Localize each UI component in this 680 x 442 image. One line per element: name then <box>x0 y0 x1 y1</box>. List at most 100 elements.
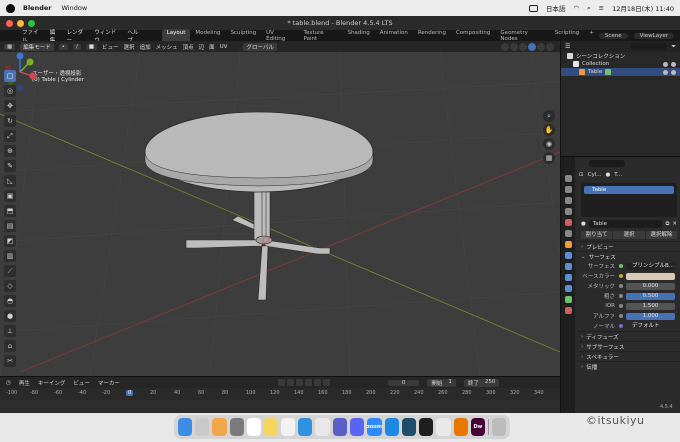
menu-add[interactable]: 追加 <box>140 43 151 51</box>
remove-material-icon[interactable]: ✕ <box>672 221 677 227</box>
outliner-search-input[interactable] <box>631 43 668 50</box>
edge-slide-tool-icon[interactable]: ⟂ <box>4 325 16 337</box>
settings-icon[interactable] <box>229 418 244 436</box>
menu-timeline-view[interactable]: ビュー <box>73 379 90 387</box>
material-shading-icon[interactable] <box>537 42 545 51</box>
mail-icon[interactable] <box>384 418 400 436</box>
view-layer-selector[interactable]: ViewLayer <box>633 32 674 39</box>
menu-select[interactable]: 選択 <box>124 43 135 51</box>
filter-icon[interactable]: ⏷ <box>671 43 676 51</box>
particles-tab-icon[interactable] <box>564 263 572 270</box>
menu-marker[interactable]: マーカー <box>98 379 120 387</box>
app-icon[interactable] <box>402 418 417 436</box>
surface-shader-field[interactable]: プリンシプルB... <box>626 262 675 270</box>
transmission-panel-header[interactable]: › 伝播 <box>577 361 680 371</box>
dreamweaver-icon[interactable]: Dw <box>470 418 485 436</box>
acrobat-icon[interactable] <box>436 418 451 436</box>
camera-icon[interactable] <box>671 61 676 67</box>
3d-viewport[interactable]: ユーザー・透視投影 (0) Table | Cylinder ⌕ ✋ ◉ ▦ <box>0 52 560 376</box>
surface-panel-header[interactable]: ⌄ サーフェス <box>577 251 680 261</box>
roughness-slider[interactable]: 0.500 <box>626 292 675 300</box>
battery-icon[interactable] <box>528 4 538 12</box>
knife-tool-icon[interactable]: ⟋ <box>4 265 16 277</box>
timeline-editor-icon[interactable]: ◷ <box>6 380 11 386</box>
object-tab-icon[interactable] <box>564 241 572 248</box>
specular-panel-header[interactable]: › スペキュラー <box>577 351 680 361</box>
inset-tool-icon[interactable]: ▤ <box>4 220 16 232</box>
outliner-editor-icon[interactable]: ☰ <box>565 43 570 50</box>
play-icon[interactable] <box>304 379 312 386</box>
teams-icon[interactable] <box>332 418 347 436</box>
select-box-tool-icon[interactable]: ▢ <box>4 70 16 82</box>
view-layer-tab-icon[interactable] <box>564 208 572 215</box>
next-key-icon[interactable] <box>313 379 321 386</box>
search-icon[interactable]: ⌕ <box>587 4 591 13</box>
shrink-tool-icon[interactable]: ⌂ <box>4 340 16 352</box>
xray-icon[interactable] <box>510 42 518 51</box>
scene-tab-icon[interactable] <box>564 219 572 226</box>
finder-icon[interactable] <box>178 418 193 436</box>
measure-tool-icon[interactable]: ◺ <box>4 175 16 187</box>
pan-hand-icon[interactable]: ✋ <box>543 124 555 136</box>
zoom-window-button[interactable] <box>28 20 35 27</box>
render-tab-icon[interactable] <box>564 186 572 193</box>
safari-icon[interactable] <box>298 418 313 436</box>
assign-button[interactable]: 割り当て <box>581 231 613 239</box>
menu-face[interactable]: 面 <box>209 43 215 51</box>
menu-uv[interactable]: UV <box>220 44 228 50</box>
poly-build-tool-icon[interactable]: ◇ <box>4 280 16 292</box>
minimize-window-button[interactable] <box>17 20 24 27</box>
menu-edge[interactable]: 辺 <box>199 43 205 51</box>
trash-icon[interactable] <box>491 418 506 436</box>
subsurface-panel-header[interactable]: › サブサーフェス <box>577 341 680 351</box>
diffuse-panel-header[interactable]: › ディフューズ <box>577 331 680 341</box>
deselect-button[interactable]: 選択解除 <box>645 231 677 239</box>
material-browse-icon[interactable]: ● <box>581 221 586 227</box>
photos-icon[interactable] <box>212 418 227 436</box>
select-mode-edge[interactable]: / <box>72 43 81 50</box>
material-slot-table[interactable]: Table <box>584 186 674 194</box>
spin-tool-icon[interactable]: ◓ <box>4 295 16 307</box>
figma-icon[interactable] <box>419 418 434 436</box>
extrude-tool-icon[interactable]: ⬒ <box>4 205 16 217</box>
modifier-tab-icon[interactable] <box>564 252 572 259</box>
play-reverse-icon[interactable] <box>295 379 303 386</box>
calendar-icon[interactable] <box>246 418 261 436</box>
camera-view-icon[interactable]: ◉ <box>543 138 555 150</box>
blender-icon[interactable] <box>453 418 468 436</box>
solid-shading-icon[interactable] <box>528 42 536 51</box>
smooth-tool-icon[interactable]: ● <box>4 310 16 322</box>
menu-playback[interactable]: 再生 <box>19 379 30 387</box>
loop-cut-tool-icon[interactable]: ▥ <box>4 250 16 262</box>
select-mode-vertex[interactable]: • <box>58 43 68 50</box>
visibility-eye-icon[interactable] <box>663 61 668 67</box>
ior-field[interactable]: 1.500 <box>626 302 675 310</box>
rip-tool-icon[interactable]: ✂ <box>4 355 16 367</box>
constraints-tab-icon[interactable] <box>564 285 572 292</box>
jump-end-icon[interactable] <box>322 379 330 386</box>
chrome-icon[interactable] <box>315 418 330 436</box>
clock[interactable]: 12月18日(木) 11:40 <box>612 3 674 13</box>
menu-mesh[interactable]: メッシュ <box>156 43 178 51</box>
material-name-field[interactable]: Table <box>588 220 663 228</box>
base-color-swatch[interactable] <box>626 272 675 280</box>
annotate-tool-icon[interactable]: ✎ <box>4 160 16 172</box>
outliner-object-table[interactable]: Table <box>561 68 680 76</box>
rendered-shading-icon[interactable] <box>546 42 554 51</box>
world-tab-icon[interactable] <box>564 230 572 237</box>
mode-selector[interactable]: 編集モード <box>20 42 54 51</box>
menu-keying[interactable]: キーイング <box>38 379 66 387</box>
current-frame-field[interactable]: 0 <box>387 379 420 386</box>
wireframe-shading-icon[interactable] <box>519 42 527 51</box>
copy-icon[interactable]: ⧉ <box>665 221 669 228</box>
visibility-eye-icon[interactable] <box>663 69 668 75</box>
overlay-icon[interactable] <box>501 42 509 51</box>
editor-type-button[interactable]: ▦ <box>4 43 16 50</box>
ime-indicator[interactable]: 日本語 <box>546 3 566 13</box>
prev-key-icon[interactable] <box>286 379 294 386</box>
menu-vertex[interactable]: 頂点 <box>183 43 194 51</box>
select-mode-face[interactable]: ■ <box>85 43 98 50</box>
notes-icon[interactable] <box>263 418 279 436</box>
bevel-tool-icon[interactable]: ◩ <box>4 235 16 247</box>
rotate-tool-icon[interactable]: ↻ <box>4 115 16 127</box>
